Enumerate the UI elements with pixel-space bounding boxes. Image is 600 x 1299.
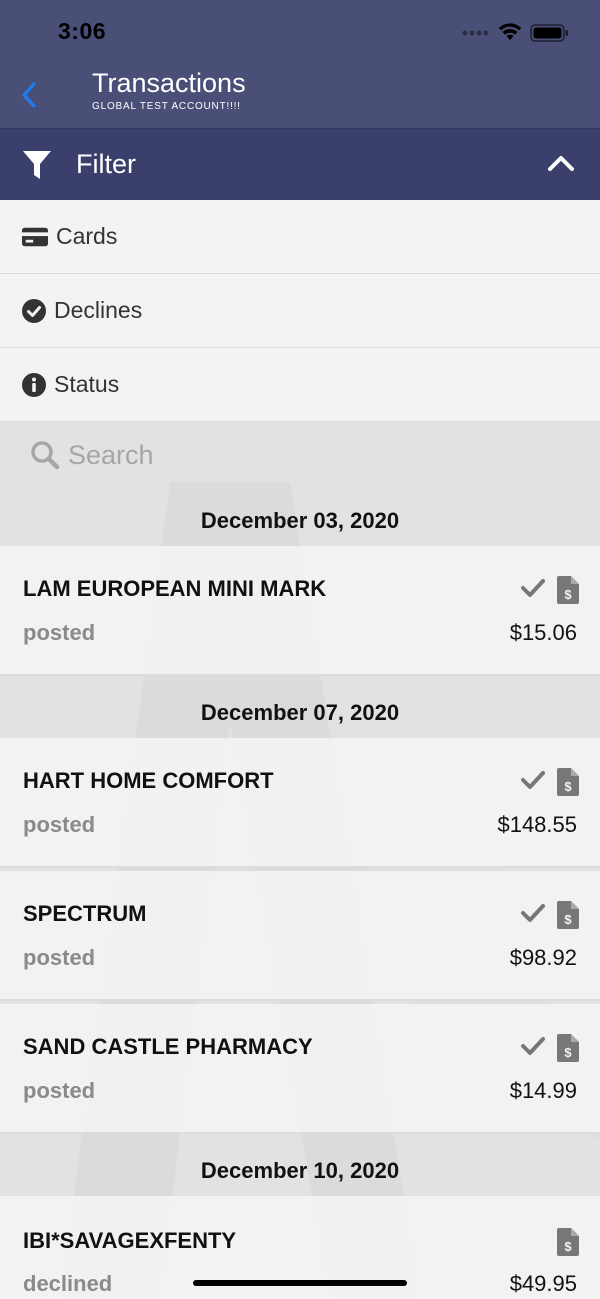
transaction-row[interactable]: HART HOME COMFORT posted $148.55 $ xyxy=(0,738,600,868)
info-circle-icon xyxy=(22,373,46,397)
filter-option-label: Cards xyxy=(56,223,118,249)
transaction-status: posted xyxy=(23,1078,96,1103)
transaction-status: posted xyxy=(23,945,96,970)
date-header: December 10, 2020 xyxy=(200,1158,400,1183)
svg-text:$: $ xyxy=(564,779,572,794)
transaction-status: declined xyxy=(23,1271,113,1296)
transaction-amount: $49.95 xyxy=(509,1271,577,1296)
chevron-left-icon xyxy=(22,82,36,108)
cellular-signal-icon xyxy=(462,30,489,36)
date-header: December 03, 2020 xyxy=(200,508,400,533)
svg-text:$: $ xyxy=(564,1045,572,1060)
checkmark-icon xyxy=(521,1037,545,1055)
receipt-icon[interactable]: $ xyxy=(557,1228,579,1256)
receipt-icon[interactable]: $ xyxy=(557,768,579,796)
checkmark-icon xyxy=(521,771,545,789)
transaction-row[interactable]: SAND CASTLE PHARMACY posted $14.99 $ xyxy=(0,1004,600,1134)
checkmark-icon xyxy=(521,904,545,922)
merchant-name: IBI*SAVAGEXFENTY xyxy=(23,1228,237,1253)
transaction-amount: $14.99 xyxy=(509,1078,577,1103)
svg-text:$: $ xyxy=(564,912,572,927)
transaction-amount: $148.55 xyxy=(497,812,577,837)
merchant-name: HART HOME COMFORT xyxy=(23,768,274,793)
search-icon xyxy=(31,441,60,470)
search-field[interactable]: Search xyxy=(0,422,600,494)
transaction-status: posted xyxy=(23,812,96,837)
navigation-bar: 3:06 Transactions GLOBAL TEST ACCOUNT!!!… xyxy=(0,0,600,128)
receipt-icon[interactable]: $ xyxy=(557,1034,579,1062)
chevron-up-icon[interactable] xyxy=(546,153,576,173)
transaction-amount: $15.06 xyxy=(509,620,577,645)
merchant-name: SPECTRUM xyxy=(23,901,147,926)
transaction-status: posted xyxy=(23,620,96,645)
filter-option-label: Status xyxy=(54,371,120,397)
filter-toggle[interactable]: Filter xyxy=(0,128,600,200)
status-bar: 3:06 xyxy=(0,0,600,64)
svg-text:$: $ xyxy=(564,587,572,602)
filter-icon xyxy=(23,151,51,179)
merchant-name: LAM EUROPEAN MINI MARK xyxy=(23,576,327,601)
search-placeholder: Search xyxy=(68,440,154,470)
receipt-icon[interactable]: $ xyxy=(557,576,579,604)
home-indicator[interactable] xyxy=(193,1280,407,1286)
status-time: 3:06 xyxy=(58,18,107,44)
back-button[interactable] xyxy=(14,78,44,112)
filter-label: Filter xyxy=(76,149,136,179)
filter-option-status[interactable]: Status xyxy=(0,348,600,422)
credit-card-icon xyxy=(22,227,48,247)
wifi-icon xyxy=(498,23,522,40)
receipt-icon[interactable]: $ xyxy=(557,901,579,929)
account-subtitle: GLOBAL TEST ACCOUNT!!!! xyxy=(92,101,241,112)
date-header: December 07, 2020 xyxy=(200,700,400,725)
checkmark-icon xyxy=(521,579,545,597)
transaction-list[interactable]: Search December 03, 2020 LAM EUROPEAN MI… xyxy=(0,422,600,1299)
svg-text:$: $ xyxy=(564,1239,572,1254)
filter-option-declines[interactable]: Declines xyxy=(0,274,600,348)
filter-option-cards[interactable]: Cards xyxy=(0,200,600,274)
transaction-row[interactable]: LAM EUROPEAN MINI MARK posted $15.06 $ xyxy=(0,546,600,676)
merchant-name: SAND CASTLE PHARMACY xyxy=(23,1034,313,1059)
page-title: Transactions xyxy=(92,68,246,98)
battery-icon xyxy=(530,24,568,42)
transaction-row[interactable]: SPECTRUM posted $98.92 $ xyxy=(0,871,600,1001)
filter-option-label: Declines xyxy=(54,297,143,323)
check-circle-icon xyxy=(22,299,46,323)
transaction-amount: $98.92 xyxy=(509,945,577,970)
